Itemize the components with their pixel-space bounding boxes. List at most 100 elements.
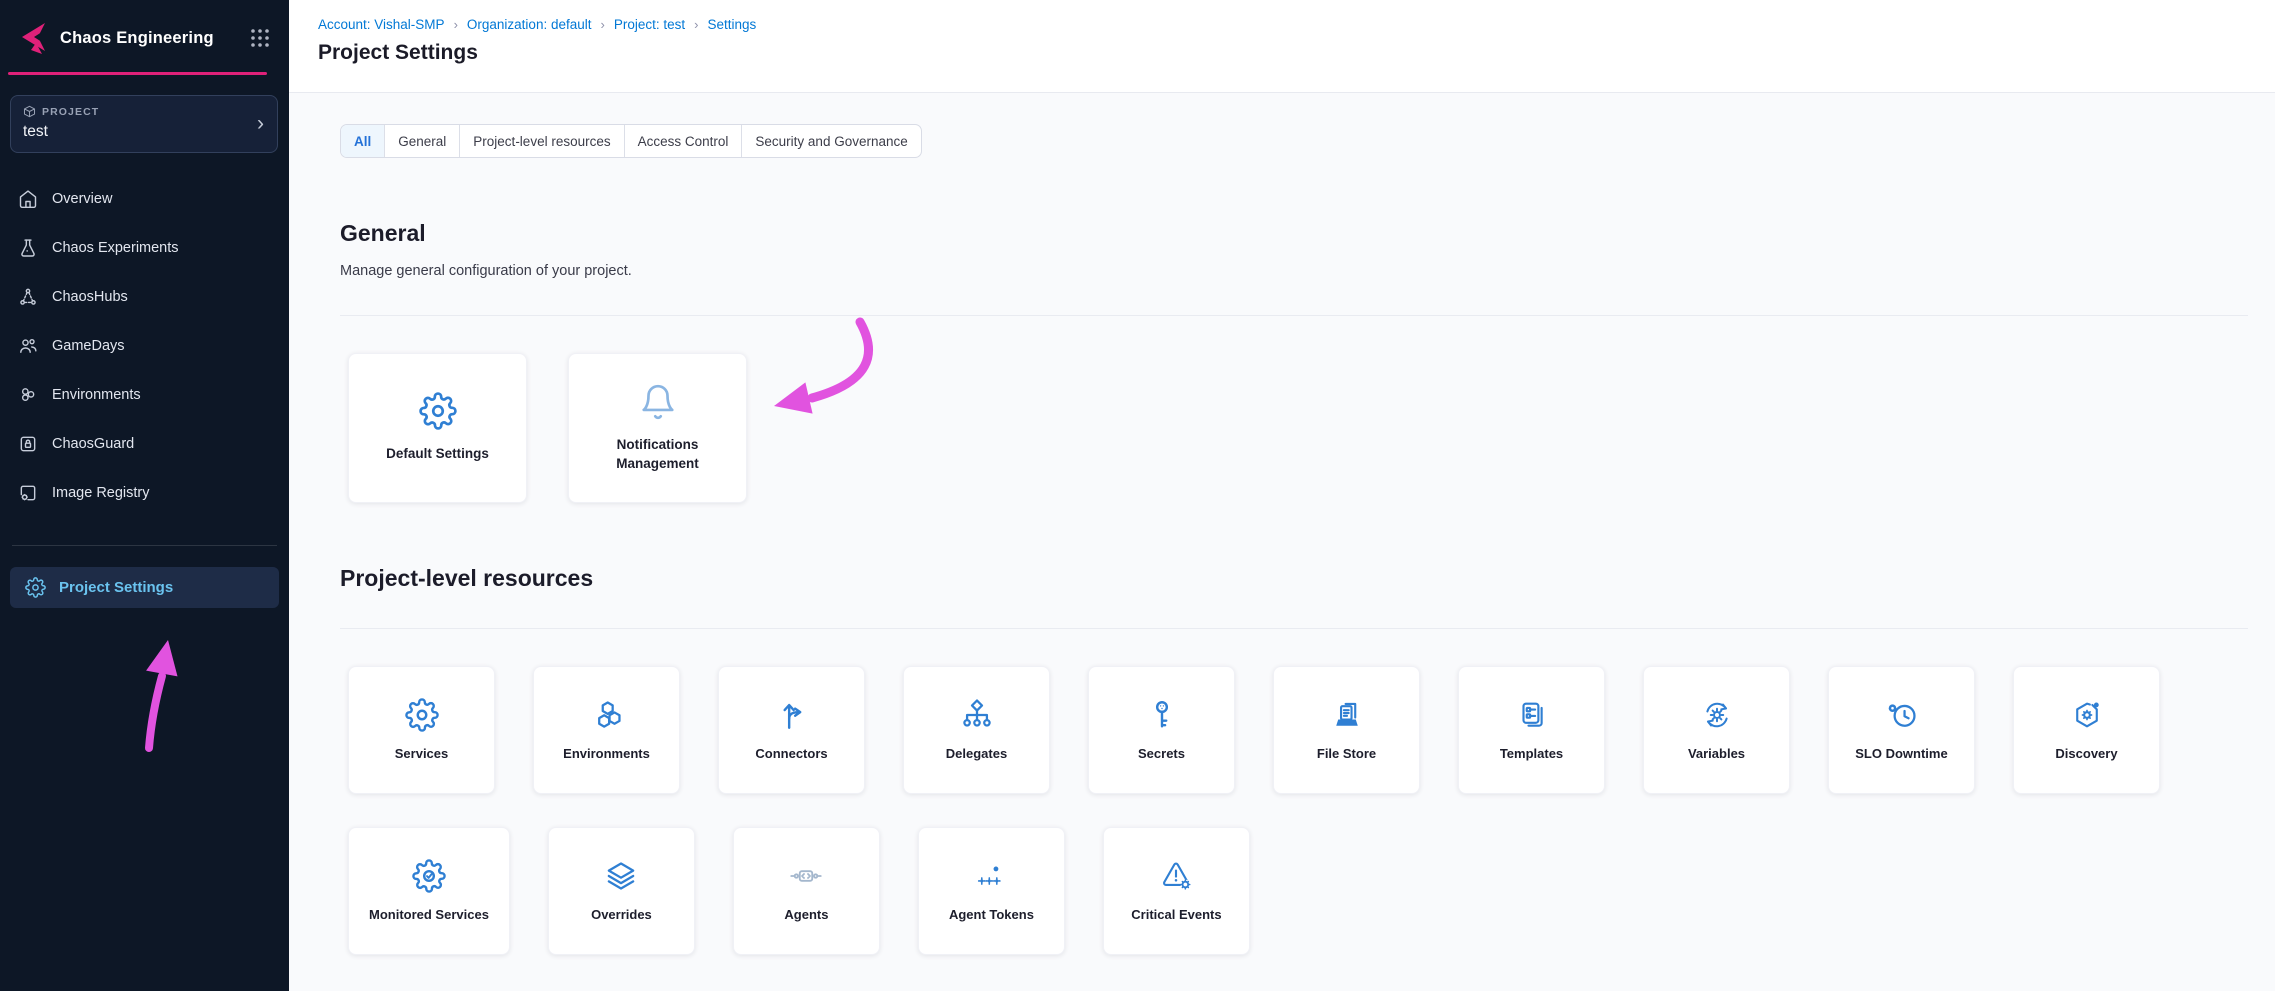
section-divider: [340, 628, 2248, 629]
tab-all[interactable]: All: [341, 125, 384, 157]
card-secrets[interactable]: Secrets: [1088, 666, 1235, 794]
card-slo-downtime[interactable]: SLO Downtime: [1828, 666, 1975, 794]
sidebar-item-label: ChaosHubs: [52, 289, 128, 305]
tab-security-governance[interactable]: Security and Governance: [741, 125, 920, 157]
tab-project-level-resources[interactable]: Project-level resources: [459, 125, 623, 157]
hexagon-gear-icon: [2070, 698, 2104, 732]
sidebar-item-gamedays[interactable]: GameDays: [0, 327, 289, 365]
page-header: Account: Vishal-SMP › Organization: defa…: [289, 0, 2275, 93]
card-services[interactable]: Services: [348, 666, 495, 794]
module-accent-line: [8, 72, 267, 75]
sidebar-item-overview[interactable]: Overview: [0, 180, 289, 218]
page-title: Project Settings: [318, 41, 2275, 65]
card-label: Connectors: [755, 745, 827, 763]
sidebar-item-image-registry[interactable]: Image Registry: [0, 474, 289, 512]
sidebar-item-label: Project Settings: [59, 579, 173, 596]
card-label: Delegates: [946, 745, 1007, 763]
breadcrumb-separator: ›: [601, 17, 605, 32]
breadcrumb-org-link[interactable]: Organization: default: [467, 17, 592, 32]
project-selector[interactable]: PROJECT test ›: [10, 95, 278, 153]
resources-cards-row-2: Monitored Services Overrides Agents: [348, 827, 2248, 955]
main-area: Account: Vishal-SMP › Organization: defa…: [289, 0, 2275, 991]
registry-box-gear-icon: [18, 483, 38, 503]
environments-cluster-icon: [18, 385, 38, 405]
card-label: Overrides: [591, 906, 652, 924]
warning-gear-icon: [1159, 859, 1193, 893]
code-node-icon: [789, 859, 823, 893]
settings-tabs: All General Project-level resources Acce…: [340, 124, 922, 158]
app-title: Chaos Engineering: [60, 29, 239, 48]
card-agent-tokens[interactable]: Agent Tokens: [918, 827, 1065, 955]
breadcrumb-project-link[interactable]: Project: test: [614, 17, 685, 32]
gear-icon: [419, 392, 457, 430]
card-label: Agents: [784, 906, 828, 924]
sidebar-item-label: Environments: [52, 387, 141, 403]
gear-check-icon: [412, 859, 446, 893]
card-label: File Store: [1317, 745, 1376, 763]
sidebar-item-label: Overview: [52, 191, 112, 207]
card-agents[interactable]: Agents: [733, 827, 880, 955]
file-store-icon: [1330, 698, 1364, 732]
hexagons-icon: [590, 698, 624, 732]
sidebar-item-label: Chaos Experiments: [52, 240, 179, 256]
card-label: Default Settings: [386, 445, 489, 463]
dots-icon: [974, 859, 1008, 893]
card-label: Monitored Services: [369, 906, 489, 924]
card-default-settings[interactable]: Default Settings: [348, 353, 527, 503]
card-discovery[interactable]: Discovery: [2013, 666, 2160, 794]
card-label: Secrets: [1138, 745, 1185, 763]
card-templates[interactable]: Templates: [1458, 666, 1605, 794]
templates-icon: [1515, 698, 1549, 732]
clock-icon: [1885, 698, 1919, 732]
sidebar-item-label: GameDays: [52, 338, 125, 354]
tab-general[interactable]: General: [384, 125, 459, 157]
card-delegates[interactable]: Delegates: [903, 666, 1050, 794]
card-label: Templates: [1500, 745, 1563, 763]
resources-section-title: Project-level resources: [340, 565, 2248, 592]
general-section-title: General: [340, 220, 2248, 247]
card-label: Variables: [1688, 745, 1745, 763]
bell-icon: [639, 383, 677, 421]
card-label: Discovery: [2055, 745, 2117, 763]
card-label: Critical Events: [1131, 906, 1221, 924]
card-connectors[interactable]: Connectors: [718, 666, 865, 794]
tab-access-control[interactable]: Access Control: [624, 125, 742, 157]
card-file-store[interactable]: File Store: [1273, 666, 1420, 794]
sidebar: Chaos Engineering PROJECT test › Overvie…: [0, 0, 289, 991]
people-icon: [18, 336, 38, 356]
breadcrumb-account-link[interactable]: Account: Vishal-SMP: [318, 17, 445, 32]
module-grid-icon[interactable]: [249, 27, 271, 49]
sidebar-nav: Overview Chaos Experiments ChaosHubs Gam…: [0, 180, 289, 512]
card-notifications-management[interactable]: Notifications Management: [568, 353, 747, 503]
home-icon: [18, 189, 38, 209]
breadcrumb-settings-link[interactable]: Settings: [707, 17, 756, 32]
project-name: test: [23, 123, 265, 141]
card-label: Environments: [563, 745, 650, 763]
sidebar-item-environments[interactable]: Environments: [0, 376, 289, 414]
card-monitored-services[interactable]: Monitored Services: [348, 827, 510, 955]
layers-icon: [604, 859, 638, 893]
card-overrides[interactable]: Overrides: [548, 827, 695, 955]
card-critical-events[interactable]: Critical Events: [1103, 827, 1250, 955]
sidebar-item-project-settings[interactable]: Project Settings: [10, 567, 279, 608]
sidebar-divider: [12, 545, 277, 546]
sidebar-item-chaos-experiments[interactable]: Chaos Experiments: [0, 229, 289, 267]
sidebar-item-chaoshubs[interactable]: ChaosHubs: [0, 278, 289, 316]
resources-cards-row-1: Services Environments Connectors: [348, 666, 2248, 794]
gear-icon: [25, 577, 46, 598]
chevron-right-icon[interactable]: ›: [257, 112, 264, 136]
settings-content: All General Project-level resources Acce…: [289, 93, 2275, 955]
hub-nodes-icon: [18, 287, 38, 307]
gear-cycle-icon: [1700, 698, 1734, 732]
sidebar-item-chaosguard[interactable]: ChaosGuard: [0, 425, 289, 463]
key-icon: [1145, 698, 1179, 732]
breadcrumb-separator: ›: [454, 17, 458, 32]
cube-icon: [23, 105, 36, 118]
lock-square-icon: [18, 434, 38, 454]
sidebar-item-label: ChaosGuard: [52, 436, 134, 452]
harness-chaos-logo-icon: [14, 20, 50, 56]
card-variables[interactable]: Variables: [1643, 666, 1790, 794]
card-environments[interactable]: Environments: [533, 666, 680, 794]
breadcrumb: Account: Vishal-SMP › Organization: defa…: [318, 17, 2275, 32]
hierarchy-icon: [960, 698, 994, 732]
